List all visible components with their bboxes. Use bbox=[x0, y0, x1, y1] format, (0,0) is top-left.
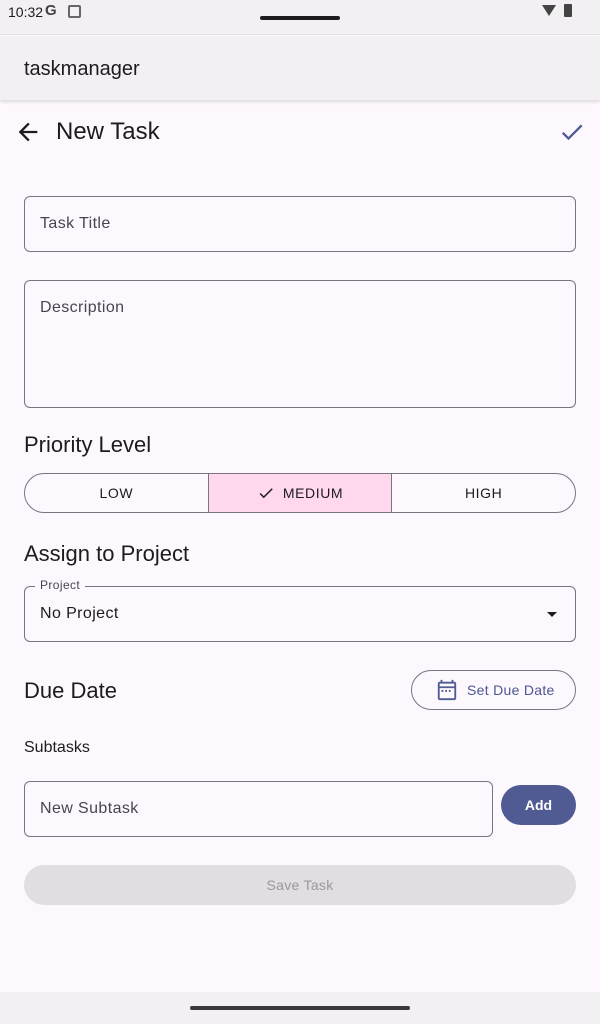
calendar-icon bbox=[437, 679, 457, 701]
home-indicator[interactable] bbox=[190, 1006, 410, 1010]
due-date-heading: Due Date bbox=[24, 678, 117, 703]
arrow-drop-down-icon[interactable] bbox=[547, 612, 557, 617]
check-icon bbox=[259, 488, 273, 499]
add-subtask-label: Add bbox=[524, 797, 553, 813]
new-subtask-input[interactable]: New Subtask bbox=[24, 781, 493, 837]
status-bar: 10:32 G bbox=[0, 0, 600, 35]
priority-low-label: LOW bbox=[99, 485, 134, 501]
camera-notch bbox=[260, 16, 340, 20]
app-title: taskmanager bbox=[24, 58, 140, 80]
status-time: 10:32 bbox=[8, 4, 44, 20]
app-bar: taskmanager bbox=[0, 36, 600, 100]
task-title-placeholder: Task Title bbox=[40, 215, 111, 232]
wifi-icon bbox=[542, 5, 556, 16]
set-due-date-button[interactable]: Set Due Date bbox=[411, 670, 576, 710]
project-heading: Assign to Project bbox=[24, 541, 190, 566]
back-arrow-icon[interactable] bbox=[14, 118, 42, 146]
task-title-input[interactable]: Task Title bbox=[24, 196, 576, 252]
priority-high-button[interactable]: HIGH bbox=[392, 474, 575, 512]
google-icon: G bbox=[45, 2, 57, 19]
battery-icon bbox=[564, 4, 572, 17]
priority-medium-label: MEDIUM bbox=[282, 485, 344, 501]
priority-low-button[interactable]: LOW bbox=[25, 474, 209, 512]
page-title: New Task bbox=[56, 118, 160, 145]
set-due-date-label: Set Due Date bbox=[467, 682, 555, 698]
project-value: No Project bbox=[40, 605, 119, 622]
save-task-button[interactable]: Save Task bbox=[24, 865, 576, 905]
description-input[interactable]: Description bbox=[24, 280, 576, 408]
priority-heading: Priority Level bbox=[24, 432, 152, 457]
description-placeholder: Description bbox=[40, 299, 125, 316]
check-icon[interactable] bbox=[558, 118, 586, 146]
sim-icon bbox=[68, 5, 81, 18]
new-subtask-placeholder: New Subtask bbox=[40, 800, 139, 817]
subtasks-heading: Subtasks bbox=[24, 739, 90, 756]
navigation-bar bbox=[0, 992, 600, 1024]
project-dropdown[interactable]: Project No Project bbox=[24, 578, 576, 642]
add-subtask-button[interactable]: Add bbox=[501, 785, 576, 825]
priority-medium-button[interactable]: MEDIUM bbox=[208, 474, 393, 512]
priority-high-label: HIGH bbox=[464, 485, 503, 501]
priority-segmented-control: LOW MEDIUM HIGH bbox=[24, 473, 576, 513]
save-task-label: Save Task bbox=[266, 877, 334, 893]
project-label: Project bbox=[35, 578, 86, 592]
